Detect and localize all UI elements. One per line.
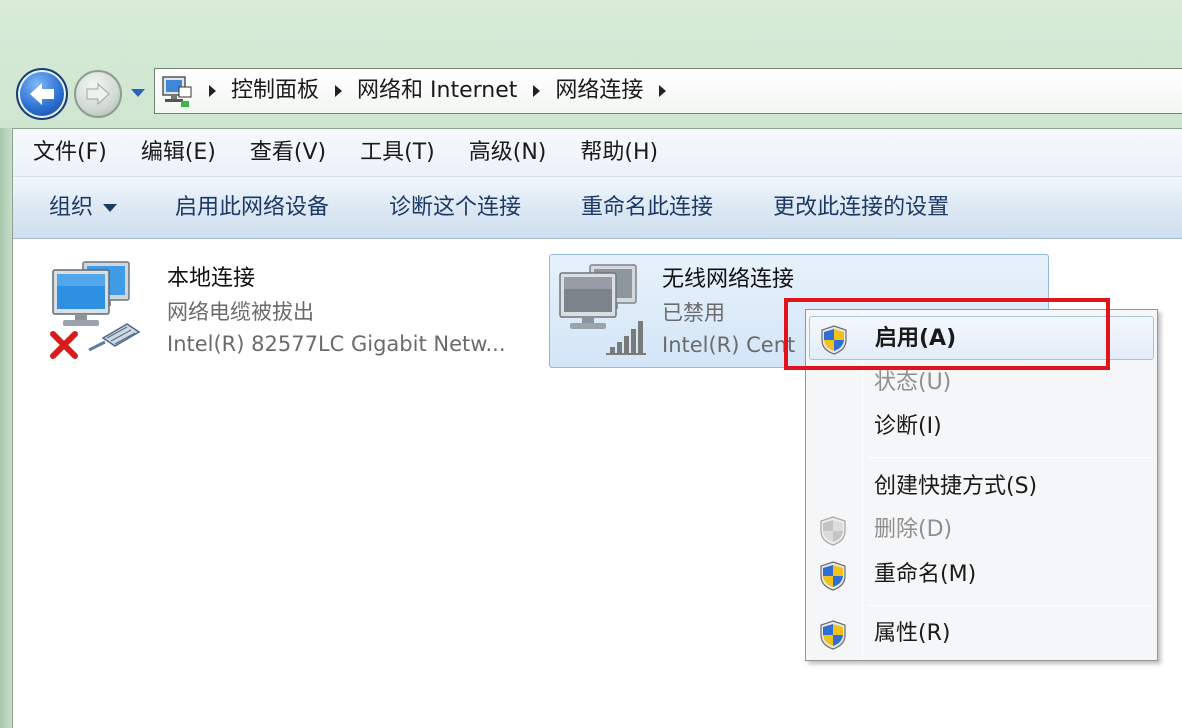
wireless-network-disabled-icon bbox=[559, 264, 646, 355]
organize-button[interactable]: 组织 bbox=[49, 177, 118, 239]
forward-arrow-icon bbox=[86, 82, 110, 106]
context-menu-separator bbox=[868, 605, 1154, 606]
connection-name: 本地连接 bbox=[167, 266, 256, 291]
connection-name: 无线网络连接 bbox=[662, 267, 795, 292]
menu-edit[interactable]: 编辑(E) bbox=[121, 129, 216, 177]
window-left-edge bbox=[0, 128, 12, 728]
context-menu-label: 删除(D) bbox=[874, 517, 953, 542]
context-menu-label: 诊断(I) bbox=[874, 414, 942, 439]
context-menu-label: 创建快捷方式(S) bbox=[874, 474, 1038, 499]
menu-help[interactable]: 帮助(H) bbox=[560, 129, 658, 177]
back-button[interactable] bbox=[16, 68, 68, 120]
diagnose-button[interactable]: 诊断这个连接 bbox=[389, 177, 521, 239]
breadcrumb-separator[interactable] bbox=[657, 85, 667, 97]
connection-device: Intel(R) Cent bbox=[662, 333, 796, 357]
menu-bar: 文件(F) 编辑(E) 查看(V) 工具(T) 高级(N) 帮助(H) bbox=[13, 129, 1182, 177]
command-bar: 组织 启用此网络设备 诊断这个连接 重命名此连接 更改此连接的设置 bbox=[13, 177, 1182, 239]
context-menu-item-properties[interactable]: 属性(R) bbox=[806, 612, 1157, 656]
organize-label: 组织 bbox=[49, 194, 94, 220]
forward-button[interactable] bbox=[74, 70, 122, 118]
context-menu-item-create-shortcut[interactable]: 创建快捷方式(S) bbox=[806, 465, 1157, 509]
breadcrumb-control-panel[interactable]: 控制面板 bbox=[231, 68, 319, 114]
context-menu-label: 属性(R) bbox=[874, 621, 951, 646]
context-menu-item-delete[interactable]: 删除(D) bbox=[806, 508, 1157, 552]
back-arrow-icon bbox=[30, 83, 54, 105]
menu-file[interactable]: 文件(F) bbox=[13, 129, 107, 177]
menu-advanced[interactable]: 高级(N) bbox=[449, 129, 547, 177]
breadcrumb-network-connections[interactable]: 网络连接 bbox=[555, 68, 643, 114]
breadcrumb-network-internet[interactable]: 网络和 Internet bbox=[357, 68, 517, 114]
context-menu-separator bbox=[868, 457, 1154, 458]
context-menu-item-rename[interactable]: 重命名(M) bbox=[806, 553, 1157, 597]
connection-item-local[interactable]: 本地连接 网络电缆被拔出 Intel(R) 82577LC Gigabit Ne… bbox=[39, 252, 539, 366]
connection-device: Intel(R) 82577LC Gigabit Netw... bbox=[167, 332, 506, 356]
connection-status: 网络电缆被拔出 bbox=[167, 300, 314, 324]
rename-button[interactable]: 重命名此连接 bbox=[581, 177, 713, 239]
chevron-down-icon bbox=[103, 203, 118, 212]
uac-shield-icon bbox=[820, 561, 846, 591]
breadcrumb-separator[interactable] bbox=[531, 85, 541, 97]
uac-shield-disabled-icon bbox=[820, 516, 846, 546]
context-menu-label: 重命名(M) bbox=[874, 562, 977, 587]
history-dropdown-icon[interactable] bbox=[128, 84, 148, 102]
enable-device-button[interactable]: 启用此网络设备 bbox=[175, 177, 329, 239]
address-bar[interactable]: 控制面板 网络和 Internet 网络连接 bbox=[154, 68, 1182, 114]
menu-view[interactable]: 查看(V) bbox=[230, 129, 326, 177]
change-settings-button[interactable]: 更改此连接的设置 bbox=[773, 177, 949, 239]
breadcrumb-separator[interactable] bbox=[333, 85, 343, 97]
breadcrumb-separator[interactable] bbox=[207, 85, 217, 97]
wired-network-disconnected-icon bbox=[50, 261, 141, 359]
menu-tools[interactable]: 工具(T) bbox=[340, 129, 435, 177]
annotation-highlight-box bbox=[784, 298, 1110, 370]
context-menu-item-diagnose[interactable]: 诊断(I) bbox=[806, 405, 1157, 449]
connection-status: 已禁用 bbox=[662, 301, 725, 325]
uac-shield-icon bbox=[820, 620, 846, 650]
control-panel-network-icon bbox=[162, 76, 192, 107]
